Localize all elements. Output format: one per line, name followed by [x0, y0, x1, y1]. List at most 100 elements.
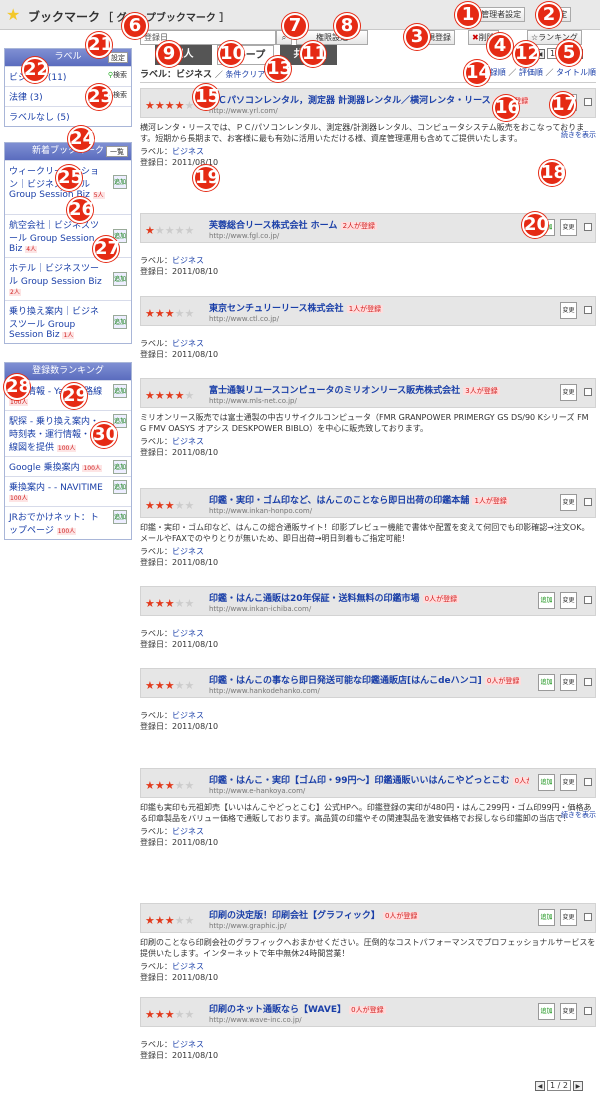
- label-search-link[interactable]: ⚲検索: [108, 70, 127, 80]
- edit-pencil-icon[interactable]: 変更: [560, 674, 577, 691]
- new-bookmark-item: 乗り換え案内｜ビジネスツール Group Session Biz 1人 追加: [5, 300, 131, 343]
- add-bookmark-icon[interactable]: 追加: [113, 175, 127, 189]
- register-count-badge[interactable]: 1人が登録: [346, 305, 384, 313]
- rating-star-icon: ★: [184, 779, 195, 792]
- select-checkbox[interactable]: [584, 678, 592, 686]
- edit-pencil-icon[interactable]: 変更: [560, 384, 577, 401]
- register-count-badge[interactable]: 3人が登録: [463, 387, 500, 395]
- sort-options: 登録順 ／ 評価順 ／ タイトル順: [481, 68, 596, 77]
- rating-star-icon: ★: [164, 389, 175, 402]
- select-checkbox[interactable]: [584, 223, 592, 231]
- bookmark-date: 登録日：2011/08/10: [140, 640, 219, 649]
- bookmark-label-link[interactable]: ビジネス: [172, 256, 204, 265]
- bookmark-title-link[interactable]: 印鑑・はんこ通販は20年保証・送料無料の印鑑市場 0人が登録: [209, 591, 460, 604]
- select-checkbox[interactable]: [584, 98, 592, 106]
- sort-rating-link[interactable]: 評価順: [519, 68, 543, 77]
- sort-title-link[interactable]: タイトル順: [556, 68, 596, 77]
- show-more-link[interactable]: 続きを表示: [561, 130, 596, 140]
- register-count-badge[interactable]: 0人が登録: [484, 677, 522, 685]
- annotation-marker: 28: [4, 374, 31, 400]
- edit-pencil-icon[interactable]: 変更: [560, 774, 577, 791]
- register-count-badge[interactable]: 0人が登録: [512, 777, 529, 785]
- clear-filter-link[interactable]: 条件クリア: [225, 70, 265, 79]
- select-checkbox[interactable]: [584, 388, 592, 396]
- select-checkbox[interactable]: [584, 1007, 592, 1015]
- prev-page-icon[interactable]: ◀: [535, 1080, 545, 1091]
- bookmark-title-link[interactable]: 印刷の決定版！印刷会社【グラフィック】 0人が登録: [209, 908, 420, 921]
- rating-star-icon: ★: [145, 779, 155, 792]
- bookmark-label-link[interactable]: ビジネス: [172, 1040, 204, 1049]
- add-bookmark-icon[interactable]: 追加: [538, 774, 555, 791]
- bookmark-title-link[interactable]: 東京センチュリーリース株式会社 1人が登録: [209, 301, 384, 314]
- rating-star-icon: ★: [184, 597, 195, 610]
- bookmark-label-link[interactable]: ビジネス: [172, 827, 204, 836]
- annotation-marker: 19: [193, 165, 220, 191]
- add-bookmark-icon[interactable]: 追加: [113, 384, 127, 398]
- select-checkbox[interactable]: [584, 778, 592, 786]
- edit-pencil-icon[interactable]: 変更: [560, 494, 577, 511]
- select-checkbox[interactable]: [584, 306, 592, 314]
- register-count-badge[interactable]: 0人が登録: [349, 1006, 386, 1014]
- select-checkbox[interactable]: [584, 498, 592, 506]
- rating-star-icon: ★: [154, 499, 165, 512]
- bookmark-title-link[interactable]: 富士通製リユースコンピュータのミリオンリース販売株式会社 3人が登録: [209, 383, 500, 396]
- annotation-marker: 21: [86, 32, 113, 58]
- rating-star-icon: ★: [174, 679, 185, 692]
- edit-pencil-icon[interactable]: 変更: [560, 219, 577, 236]
- rating-star-icon: ★: [145, 679, 155, 692]
- register-count-badge[interactable]: 0人が登録: [422, 595, 460, 603]
- rating-star-icon: ★: [154, 597, 165, 610]
- bookmark-label-link[interactable]: ビジネス: [172, 547, 204, 556]
- add-bookmark-icon[interactable]: 追加: [113, 315, 127, 329]
- edit-pencil-icon[interactable]: 変更: [560, 909, 577, 926]
- annotation-marker: 26: [67, 197, 94, 223]
- register-count-badge[interactable]: 1人が登録: [472, 497, 509, 505]
- add-bookmark-icon[interactable]: 追加: [113, 272, 127, 286]
- add-bookmark-icon[interactable]: 追加: [113, 460, 127, 474]
- bookmark-label-link[interactable]: ビジネス: [172, 629, 204, 638]
- bookmark-title-link[interactable]: 印刷のネット通販なら【WAVE】 0人が登録: [209, 1002, 386, 1015]
- show-more-link[interactable]: 続きを表示: [561, 810, 596, 820]
- bookmark-label-row: ラベル：ビジネス: [140, 827, 204, 836]
- delete-icon: ✖: [472, 33, 479, 42]
- add-bookmark-icon[interactable]: 追加: [113, 480, 127, 494]
- edit-pencil-icon[interactable]: 変更: [560, 1003, 577, 1020]
- edit-pencil-icon[interactable]: 変更: [560, 302, 577, 319]
- add-bookmark-icon[interactable]: 追加: [538, 909, 555, 926]
- bookmark-label-link[interactable]: ビジネス: [172, 962, 204, 971]
- bookmark-title-link[interactable]: 芙蓉総合リース株式会社 ホーム 2人が登録: [209, 218, 378, 231]
- bookmark-date: 登録日：2011/08/10: [140, 838, 219, 847]
- bookmark-title-link[interactable]: 印鑑・はんこの事なら即日発送可能な印鑑通販店[はんこdeハンコ] 0人が登録: [209, 673, 522, 686]
- bookmark-title-link[interactable]: 印鑑・実印・ゴム印など、はんこのことなら即日出荷の印鑑本舗 1人が登録: [209, 493, 509, 506]
- add-bookmark-icon[interactable]: 追加: [538, 674, 555, 691]
- next-page-icon[interactable]: ▶: [572, 1080, 583, 1091]
- page-select[interactable]: 1 / 2: [547, 1080, 571, 1091]
- bookmark-label-link[interactable]: ビジネス: [172, 437, 204, 446]
- bookmark-label-link[interactable]: ビジネス: [172, 711, 204, 720]
- rating-star-icon: ★: [184, 389, 195, 402]
- annotation-marker: 17: [550, 92, 577, 118]
- bookmark-title-link[interactable]: 印鑑・はんこ・実印【ゴム印・99円～】印鑑通販いいはんこやどっとこむ 0人が登録: [209, 773, 529, 786]
- rating-star-icon: ★: [184, 307, 195, 320]
- select-checkbox[interactable]: [584, 913, 592, 921]
- bookmark-entry: ★★★★★ 印鑑・はんこ通販は20年保証・送料無料の印鑑市場 0人が登録 http:…: [140, 586, 596, 650]
- register-count-badge[interactable]: 2人が登録: [340, 222, 378, 230]
- rating-star-icon: ★: [164, 779, 175, 792]
- bookmark-title-bar: ★★★★★ 印鑑・はんこの事なら即日発送可能な印鑑通販店[はんこdeハンコ] 0人…: [140, 668, 596, 698]
- sidebar-item-unlabeled[interactable]: ラベルなし (5): [5, 106, 131, 126]
- bookmark-label-link[interactable]: ビジネス: [172, 339, 204, 348]
- add-bookmark-icon[interactable]: 追加: [538, 592, 555, 609]
- new-bookmarks-list-button[interactable]: 一覧: [106, 146, 128, 157]
- add-bookmark-icon[interactable]: 追加: [538, 1003, 555, 1020]
- register-count-badge[interactable]: 0人が登録: [382, 912, 420, 920]
- bookmark-url: http://www.e-hankoya.com/: [209, 787, 306, 795]
- rating-star-icon: ★: [184, 499, 195, 512]
- edit-pencil-icon[interactable]: 変更: [560, 592, 577, 609]
- select-checkbox[interactable]: [584, 596, 592, 604]
- rating-star-icon: ★: [145, 389, 155, 402]
- bookmark-title-bar: ★★★★★ 印鑑・はんこ通販は20年保証・送料無料の印鑑市場 0人が登録 http:…: [140, 586, 596, 616]
- add-bookmark-icon[interactable]: 追加: [113, 510, 127, 524]
- rating-star-icon: ★: [164, 307, 175, 320]
- bookmark-label-link[interactable]: ビジネス: [172, 147, 204, 156]
- bookmark-title-link[interactable]: ＰＣパソコンレンタル，測定器 計測器レンタル／横河レンタ・リース 1人が登録: [209, 93, 529, 106]
